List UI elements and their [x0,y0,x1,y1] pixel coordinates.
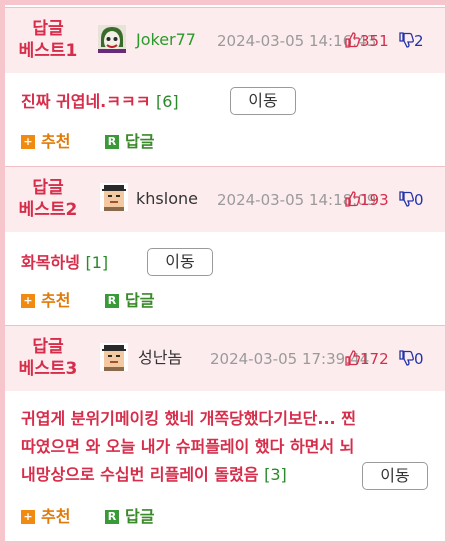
comment-body-line: 내망상으로 수십번 리플레이 돌렸음 [21,465,259,484]
rank-line2: 베스트3 [18,359,78,379]
comment-body: 진짜 귀엽네.ㅋㅋㅋ [21,92,151,111]
pixel-face-avatar-icon [100,183,128,211]
rank-line1: 답글 [32,337,64,357]
reply-label: 답글 [125,507,155,526]
nickname[interactable]: 성난놈 [138,348,182,368]
dislike-value: 2 [414,32,424,50]
dislike-count[interactable]: 2 [398,31,424,51]
reply-count: [6] [156,92,179,111]
like-value: 351 [360,32,389,50]
rank-label: 답글 베스트3 [5,336,91,380]
recommend-label: 추천 [41,132,71,151]
like-value: 172 [360,350,389,368]
reply-label: 답글 [125,291,155,310]
pixel-face-avatar-icon [100,343,128,371]
reply-button[interactable]: R 답글 [105,131,154,153]
recommend-button[interactable]: + 추천 [21,131,70,153]
reply-button[interactable]: R 답글 [105,290,154,312]
rank-line1: 답글 [32,178,64,198]
reply-r-icon: R [105,294,119,308]
reply-r-icon: R [105,510,119,524]
rank-line2: 베스트2 [18,200,78,220]
joker-avatar-icon [98,25,126,53]
move-button[interactable]: 이동 [230,87,296,115]
thumbs-up-icon [345,191,360,207]
move-button[interactable]: 이동 [147,248,213,276]
nickname[interactable]: Joker77 [136,30,196,50]
reply-label: 답글 [125,132,155,151]
dislike-count[interactable]: 0 [398,349,424,369]
plus-icon: + [21,294,35,308]
thumbs-down-icon [399,191,414,207]
move-button[interactable]: 이동 [362,462,428,490]
comment-text: 화목하넹 [1] [21,249,108,277]
comment-header: 답글 베스트2 khslone 2024-03-05 14:18:09 193 … [5,166,445,232]
like-count[interactable]: 172 [344,349,389,369]
comment-body: 화목하넹 [21,253,80,272]
comment-body-line: 따였으면 와 오늘 내가 슈퍼플레이 했다 하면서 뇌 [21,437,355,456]
reply-r-icon: R [105,135,119,149]
recommend-button[interactable]: + 추천 [21,506,70,528]
plus-icon: + [21,135,35,149]
comment-header: 답글 베스트1 Joker77 2024-03-05 14:16:43 351 … [5,7,445,73]
rank-line1: 답글 [32,19,64,39]
like-count[interactable]: 351 [344,31,389,51]
best-replies-panel: 답글 베스트1 Joker77 2024-03-05 14:16:43 351 … [0,0,450,546]
rank-line2: 베스트1 [18,41,78,61]
dislike-value: 0 [414,191,424,209]
plus-icon: + [21,510,35,524]
recommend-label: 추천 [41,291,71,310]
thumbs-down-icon [399,32,414,48]
reply-button[interactable]: R 답글 [105,506,154,528]
reply-count: [3] [264,465,287,484]
nickname[interactable]: khslone [136,189,198,209]
thumbs-down-icon [399,350,414,366]
dislike-value: 0 [414,350,424,368]
reply-count: [1] [85,253,109,272]
like-count[interactable]: 193 [344,190,389,210]
dislike-count[interactable]: 0 [398,190,424,210]
rank-label: 답글 베스트2 [5,177,91,221]
like-value: 193 [360,191,389,209]
thumbs-up-icon [345,32,360,48]
recommend-label: 추천 [41,507,71,526]
comment-body-line: 귀엽게 분위기메이킹 했네 개쪽당했다기보단... 찐 [21,409,356,428]
comment-text: 진짜 귀엽네.ㅋㅋㅋ [6] [21,88,179,116]
thumbs-up-icon [345,350,360,366]
recommend-button[interactable]: + 추천 [21,290,70,312]
comment-header: 답글 베스트3 성난놈 2024-03-05 17:39:44 172 0 [5,325,445,391]
rank-label: 답글 베스트1 [5,18,91,62]
